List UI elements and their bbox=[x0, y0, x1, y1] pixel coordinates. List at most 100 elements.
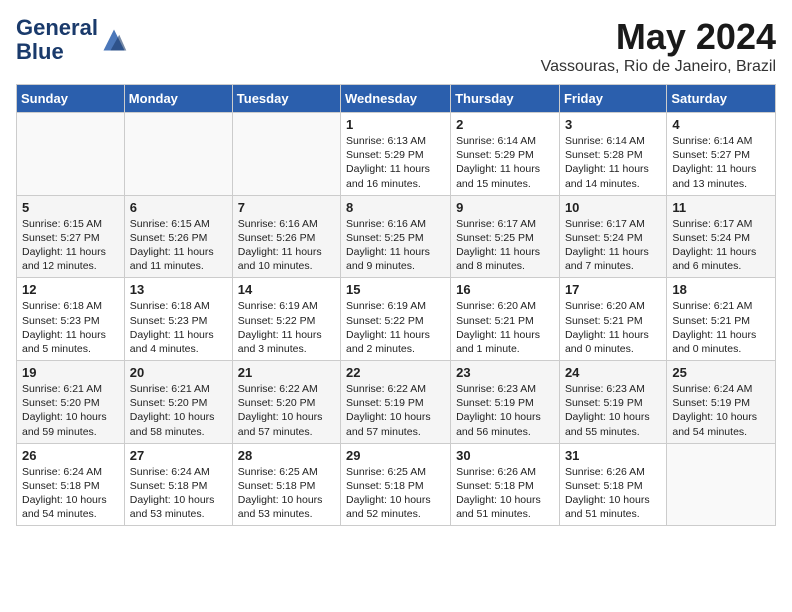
day-number: 30 bbox=[456, 448, 554, 463]
day-number: 26 bbox=[22, 448, 119, 463]
logo-text: GeneralBlue bbox=[16, 16, 98, 64]
day-info: Sunrise: 6:16 AM Sunset: 5:26 PM Dayligh… bbox=[238, 217, 335, 274]
day-number: 16 bbox=[456, 282, 554, 297]
day-number: 24 bbox=[565, 365, 661, 380]
calendar-cell: 31 Sunrise: 6:26 AM Sunset: 5:18 PM Dayli… bbox=[559, 443, 666, 526]
day-number: 8 bbox=[346, 200, 445, 215]
day-info: Sunrise: 6:19 AM Sunset: 5:22 PM Dayligh… bbox=[346, 299, 445, 356]
calendar-week-4: 19 Sunrise: 6:21 AM Sunset: 5:20 PM Dayli… bbox=[17, 361, 776, 444]
calendar-cell: 28Sunrise: 6:25 AM Sunset: 5:18 PM Dayli… bbox=[232, 443, 340, 526]
calendar-cell: 6 Sunrise: 6:15 AM Sunset: 5:26 PM Daylig… bbox=[124, 195, 232, 278]
calendar-cell: 1 Sunrise: 6:13 AM Sunset: 5:29 PM Daylig… bbox=[341, 113, 451, 196]
day-info: Sunrise: 6:18 AM Sunset: 5:23 PM Dayligh… bbox=[22, 299, 119, 356]
day-info: Sunrise: 6:15 AM Sunset: 5:27 PM Dayligh… bbox=[22, 217, 119, 274]
calendar-cell: 23 Sunrise: 6:23 AM Sunset: 5:19 PM Dayli… bbox=[451, 361, 560, 444]
calendar-week-3: 12 Sunrise: 6:18 AM Sunset: 5:23 PM Dayli… bbox=[17, 278, 776, 361]
calendar-week-1: 1 Sunrise: 6:13 AM Sunset: 5:29 PM Daylig… bbox=[17, 113, 776, 196]
day-info: Sunrise: 6:22 AM Sunset: 5:19 PM Dayligh… bbox=[346, 382, 445, 439]
calendar-cell: 30 Sunrise: 6:26 AM Sunset: 5:18 PM Dayli… bbox=[451, 443, 560, 526]
calendar-cell: 18Sunrise: 6:21 AM Sunset: 5:21 PM Dayli… bbox=[667, 278, 776, 361]
day-info: Sunrise: 6:26 AM Sunset: 5:18 PM Dayligh… bbox=[565, 465, 661, 522]
logo: GeneralBlue bbox=[16, 16, 128, 64]
calendar-cell bbox=[17, 113, 125, 196]
day-info: Sunrise: 6:25 AM Sunset: 5:18 PM Dayligh… bbox=[238, 465, 335, 522]
day-info: Sunrise: 6:23 AM Sunset: 5:19 PM Dayligh… bbox=[456, 382, 554, 439]
calendar-cell: 7 Sunrise: 6:16 AM Sunset: 5:26 PM Daylig… bbox=[232, 195, 340, 278]
day-info: Sunrise: 6:22 AM Sunset: 5:20 PM Dayligh… bbox=[238, 382, 335, 439]
weekday-header-row: SundayMondayTuesdayWednesdayThursdayFrid… bbox=[17, 85, 776, 113]
calendar-cell: 10Sunrise: 6:17 AM Sunset: 5:24 PM Dayli… bbox=[559, 195, 666, 278]
calendar-cell: 11Sunrise: 6:17 AM Sunset: 5:24 PM Dayli… bbox=[667, 195, 776, 278]
day-info: Sunrise: 6:24 AM Sunset: 5:18 PM Dayligh… bbox=[130, 465, 227, 522]
weekday-header-thursday: Thursday bbox=[451, 85, 560, 113]
day-number: 4 bbox=[672, 117, 770, 132]
page-header: GeneralBlue May 2024 Vassouras, Rio de J… bbox=[16, 16, 776, 76]
calendar-cell bbox=[124, 113, 232, 196]
weekday-header-wednesday: Wednesday bbox=[341, 85, 451, 113]
calendar-cell: 3Sunrise: 6:14 AM Sunset: 5:28 PM Daylig… bbox=[559, 113, 666, 196]
calendar-cell: 21 Sunrise: 6:22 AM Sunset: 5:20 PM Dayli… bbox=[232, 361, 340, 444]
day-number: 31 bbox=[565, 448, 661, 463]
logo-icon bbox=[100, 26, 128, 54]
day-number: 25 bbox=[672, 365, 770, 380]
day-info: Sunrise: 6:13 AM Sunset: 5:29 PM Dayligh… bbox=[346, 134, 445, 191]
location: Vassouras, Rio de Janeiro, Brazil bbox=[541, 58, 776, 76]
day-number: 12 bbox=[22, 282, 119, 297]
calendar-cell: 19 Sunrise: 6:21 AM Sunset: 5:20 PM Dayli… bbox=[17, 361, 125, 444]
day-info: Sunrise: 6:24 AM Sunset: 5:18 PM Dayligh… bbox=[22, 465, 119, 522]
day-info: Sunrise: 6:24 AM Sunset: 5:19 PM Dayligh… bbox=[672, 382, 770, 439]
day-number: 9 bbox=[456, 200, 554, 215]
day-number: 6 bbox=[130, 200, 227, 215]
day-info: Sunrise: 6:20 AM Sunset: 5:21 PM Dayligh… bbox=[456, 299, 554, 356]
day-info: Sunrise: 6:17 AM Sunset: 5:25 PM Dayligh… bbox=[456, 217, 554, 274]
calendar-cell: 22 Sunrise: 6:22 AM Sunset: 5:19 PM Dayli… bbox=[341, 361, 451, 444]
day-number: 23 bbox=[456, 365, 554, 380]
day-number: 3 bbox=[565, 117, 661, 132]
day-number: 2 bbox=[456, 117, 554, 132]
day-info: Sunrise: 6:23 AM Sunset: 5:19 PM Dayligh… bbox=[565, 382, 661, 439]
day-info: Sunrise: 6:19 AM Sunset: 5:22 PM Dayligh… bbox=[238, 299, 335, 356]
day-info: Sunrise: 6:20 AM Sunset: 5:21 PM Dayligh… bbox=[565, 299, 661, 356]
calendar-week-5: 26 Sunrise: 6:24 AM Sunset: 5:18 PM Dayli… bbox=[17, 443, 776, 526]
day-number: 14 bbox=[238, 282, 335, 297]
calendar-table: SundayMondayTuesdayWednesdayThursdayFrid… bbox=[16, 84, 776, 526]
day-info: Sunrise: 6:21 AM Sunset: 5:20 PM Dayligh… bbox=[22, 382, 119, 439]
day-info: Sunrise: 6:26 AM Sunset: 5:18 PM Dayligh… bbox=[456, 465, 554, 522]
calendar-cell: 13Sunrise: 6:18 AM Sunset: 5:23 PM Dayli… bbox=[124, 278, 232, 361]
day-number: 21 bbox=[238, 365, 335, 380]
day-info: Sunrise: 6:14 AM Sunset: 5:29 PM Dayligh… bbox=[456, 134, 554, 191]
day-number: 10 bbox=[565, 200, 661, 215]
calendar-cell: 20 Sunrise: 6:21 AM Sunset: 5:20 PM Dayli… bbox=[124, 361, 232, 444]
calendar-cell: 25 Sunrise: 6:24 AM Sunset: 5:19 PM Dayli… bbox=[667, 361, 776, 444]
day-number: 22 bbox=[346, 365, 445, 380]
day-info: Sunrise: 6:17 AM Sunset: 5:24 PM Dayligh… bbox=[672, 217, 770, 274]
calendar-cell: 16 Sunrise: 6:20 AM Sunset: 5:21 PM Dayli… bbox=[451, 278, 560, 361]
day-info: Sunrise: 6:14 AM Sunset: 5:27 PM Dayligh… bbox=[672, 134, 770, 191]
day-number: 7 bbox=[238, 200, 335, 215]
day-number: 29 bbox=[346, 448, 445, 463]
calendar-cell: 9 Sunrise: 6:17 AM Sunset: 5:25 PM Daylig… bbox=[451, 195, 560, 278]
calendar-cell: 12 Sunrise: 6:18 AM Sunset: 5:23 PM Dayli… bbox=[17, 278, 125, 361]
day-number: 20 bbox=[130, 365, 227, 380]
weekday-header-saturday: Saturday bbox=[667, 85, 776, 113]
day-info: Sunrise: 6:25 AM Sunset: 5:18 PM Dayligh… bbox=[346, 465, 445, 522]
day-info: Sunrise: 6:15 AM Sunset: 5:26 PM Dayligh… bbox=[130, 217, 227, 274]
day-number: 17 bbox=[565, 282, 661, 297]
weekday-header-sunday: Sunday bbox=[17, 85, 125, 113]
day-number: 15 bbox=[346, 282, 445, 297]
calendar-cell: 17 Sunrise: 6:20 AM Sunset: 5:21 PM Dayli… bbox=[559, 278, 666, 361]
day-number: 19 bbox=[22, 365, 119, 380]
day-number: 1 bbox=[346, 117, 445, 132]
day-info: Sunrise: 6:18 AM Sunset: 5:23 PM Dayligh… bbox=[130, 299, 227, 356]
day-info: Sunrise: 6:21 AM Sunset: 5:20 PM Dayligh… bbox=[130, 382, 227, 439]
calendar-cell: 2 Sunrise: 6:14 AM Sunset: 5:29 PM Daylig… bbox=[451, 113, 560, 196]
day-info: Sunrise: 6:16 AM Sunset: 5:25 PM Dayligh… bbox=[346, 217, 445, 274]
title-block: May 2024 Vassouras, Rio de Janeiro, Braz… bbox=[541, 16, 776, 76]
weekday-header-monday: Monday bbox=[124, 85, 232, 113]
weekday-header-friday: Friday bbox=[559, 85, 666, 113]
day-info: Sunrise: 6:21 AM Sunset: 5:21 PM Dayligh… bbox=[672, 299, 770, 356]
calendar-cell: 14 Sunrise: 6:19 AM Sunset: 5:22 PM Dayli… bbox=[232, 278, 340, 361]
day-number: 5 bbox=[22, 200, 119, 215]
calendar-cell: 29 Sunrise: 6:25 AM Sunset: 5:18 PM Dayli… bbox=[341, 443, 451, 526]
calendar-week-2: 5 Sunrise: 6:15 AM Sunset: 5:27 PM Daylig… bbox=[17, 195, 776, 278]
